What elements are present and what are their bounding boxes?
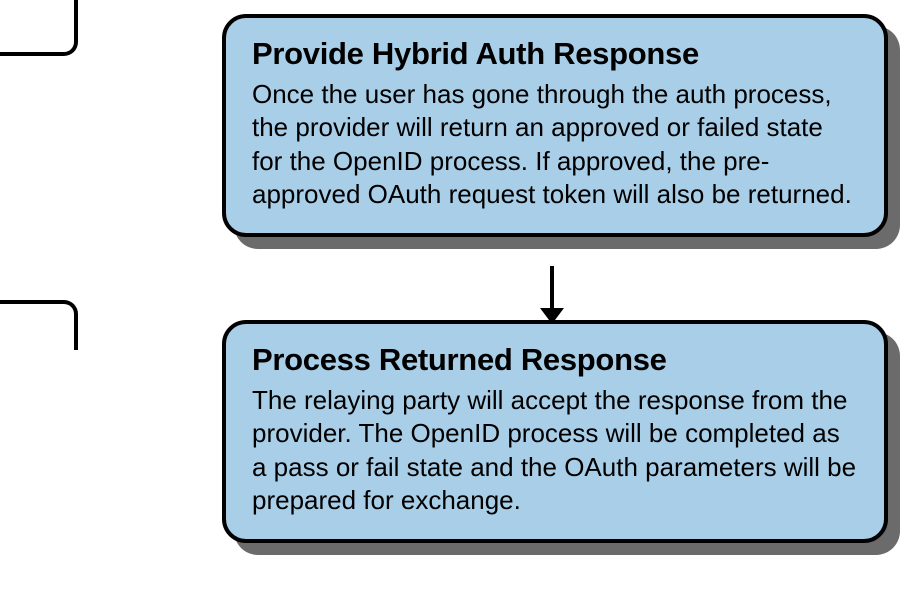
card-body: Once the user has gone through the auth … <box>252 78 858 211</box>
card: Provide Hybrid Auth Response Once the us… <box>222 14 888 237</box>
card: Process Returned Response The relaying p… <box>222 320 888 543</box>
card-title: Provide Hybrid Auth Response <box>252 36 858 72</box>
card-body: The relaying party will accept the respo… <box>252 384 858 517</box>
step-box-provide-hybrid-auth-response: Provide Hybrid Auth Response Once the us… <box>222 14 888 237</box>
connector-stub-top <box>0 0 78 56</box>
diagram-canvas: Provide Hybrid Auth Response Once the us… <box>0 0 916 603</box>
card-title: Process Returned Response <box>252 342 858 378</box>
step-box-process-returned-response: Process Returned Response The relaying p… <box>222 320 888 543</box>
connector-stub-bottom <box>0 300 78 350</box>
connector-line <box>550 266 554 312</box>
